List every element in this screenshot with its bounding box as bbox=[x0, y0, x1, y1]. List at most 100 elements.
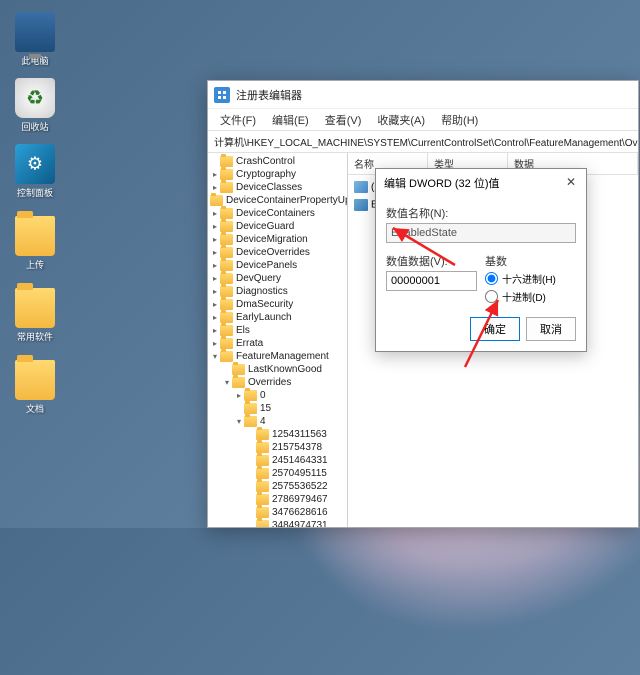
tree-node[interactable]: 2575536522 bbox=[208, 480, 347, 493]
tree-label: DmaSecurity bbox=[236, 299, 293, 310]
tree-label: 2786979467 bbox=[272, 494, 328, 505]
folder-icon bbox=[256, 468, 269, 479]
tree-node[interactable]: 3484974731 bbox=[208, 519, 347, 527]
expander-icon[interactable]: ▾ bbox=[234, 417, 244, 426]
expander-icon[interactable]: ▸ bbox=[234, 391, 244, 400]
tree-node[interactable]: LastKnownGood bbox=[208, 363, 347, 376]
expander-icon[interactable]: ▸ bbox=[210, 261, 220, 270]
value-name-label: 数值名称(N): bbox=[386, 205, 576, 221]
dialog-titlebar[interactable]: 编辑 DWORD (32 位)值 ✕ bbox=[376, 169, 586, 197]
menu-favorites[interactable]: 收藏夹(A) bbox=[369, 109, 433, 130]
desktop-icon-control[interactable]: 控制面板 bbox=[8, 144, 62, 199]
expander-icon[interactable]: ▸ bbox=[210, 170, 220, 179]
tree-label: 215754378 bbox=[272, 442, 322, 453]
string-value-icon bbox=[354, 181, 368, 193]
radix-dec-option[interactable]: 十进制(D) bbox=[485, 289, 576, 304]
folder-icon bbox=[220, 338, 233, 349]
folder-icon bbox=[256, 520, 269, 527]
tree-node[interactable]: ▸ DevQuery bbox=[208, 272, 347, 285]
folder-icon bbox=[15, 216, 55, 256]
tree-node[interactable]: 15 bbox=[208, 402, 347, 415]
expander-icon[interactable]: ▸ bbox=[210, 300, 220, 309]
tree-node[interactable]: ▸ DmaSecurity bbox=[208, 298, 347, 311]
tree-node[interactable]: ▸Cryptography bbox=[208, 168, 347, 181]
tree-node[interactable]: ▾4 bbox=[208, 415, 347, 428]
tree-node[interactable]: ▾FeatureManagement bbox=[208, 350, 347, 363]
expander-icon[interactable]: ▸ bbox=[210, 209, 220, 218]
tree-label: DeviceMigration bbox=[236, 234, 308, 245]
expander-icon[interactable]: ▸ bbox=[210, 222, 220, 231]
tree-node[interactable]: 3476628616 bbox=[208, 506, 347, 519]
tree-label: EarlyLaunch bbox=[236, 312, 292, 323]
ok-button[interactable]: 确定 bbox=[470, 317, 520, 341]
menu-file[interactable]: 文件(F) bbox=[212, 109, 264, 130]
folder-icon bbox=[244, 416, 257, 427]
menu-help[interactable]: 帮助(H) bbox=[433, 109, 486, 130]
tree-node[interactable]: 2570495115 bbox=[208, 467, 347, 480]
tree-node[interactable]: ▾Overrides bbox=[208, 376, 347, 389]
desktop-icon-folder[interactable]: 上传 bbox=[8, 216, 62, 271]
tree-node[interactable]: ▸DeviceOverrides bbox=[208, 246, 347, 259]
desktop-icon-folder[interactable]: 文档 bbox=[8, 360, 62, 415]
address-bar[interactable]: 计算机\HKEY_LOCAL_MACHINE\SYSTEM\CurrentCon… bbox=[208, 131, 638, 153]
edit-dword-dialog: 编辑 DWORD (32 位)值 ✕ 数值名称(N): 数值数据(V): 基数 … bbox=[375, 168, 587, 352]
expander-icon[interactable]: ▸ bbox=[210, 274, 220, 283]
expander-icon[interactable]: ▾ bbox=[222, 378, 232, 387]
tree-label: DevQuery bbox=[236, 273, 281, 284]
expander-icon[interactable]: ▸ bbox=[210, 313, 220, 322]
tree-node[interactable]: 1254311563 bbox=[208, 428, 347, 441]
radix-hex-radio[interactable] bbox=[485, 272, 498, 285]
desktop-icon-label: 上传 bbox=[8, 258, 62, 271]
tree-node[interactable]: ▸Els bbox=[208, 324, 347, 337]
expander-icon[interactable]: ▸ bbox=[210, 287, 220, 296]
tree-node[interactable]: ▸ Errata bbox=[208, 337, 347, 350]
desktop-icon-label: 回收站 bbox=[8, 120, 62, 133]
tree-label: DevicePanels bbox=[236, 260, 297, 271]
radix-dec-radio[interactable] bbox=[485, 290, 498, 303]
expander-icon[interactable]: ▸ bbox=[210, 235, 220, 244]
tree-node[interactable]: ▸DeviceGuard bbox=[208, 220, 347, 233]
window-title: 注册表编辑器 bbox=[236, 87, 302, 103]
cancel-button[interactable]: 取消 bbox=[526, 317, 576, 341]
tree-node[interactable]: CrashControl bbox=[208, 155, 347, 168]
tree-node[interactable]: ▸ EarlyLaunch bbox=[208, 311, 347, 324]
tree-node[interactable]: ▸0 bbox=[208, 389, 347, 402]
tree-node[interactable]: ▸DeviceContainers bbox=[208, 207, 347, 220]
folder-icon bbox=[220, 247, 233, 258]
titlebar[interactable]: 注册表编辑器 bbox=[208, 81, 638, 109]
value-data-label: 数值数据(V): bbox=[386, 253, 477, 269]
tree-pane[interactable]: CrashControl▸Cryptography▸DeviceClassesD… bbox=[208, 153, 348, 527]
expander-icon[interactable]: ▸ bbox=[210, 339, 220, 348]
expander-icon[interactable]: ▾ bbox=[210, 352, 220, 361]
tree-node[interactable]: ▸ Diagnostics bbox=[208, 285, 347, 298]
tree-label: Errata bbox=[236, 338, 263, 349]
tree-label: 2451464331 bbox=[272, 455, 328, 466]
tree-node[interactable]: 215754378 bbox=[208, 441, 347, 454]
close-icon[interactable]: ✕ bbox=[564, 176, 578, 190]
expander-icon[interactable]: ▸ bbox=[210, 183, 220, 192]
desktop-icon-folder[interactable]: 常用软件 bbox=[8, 288, 62, 343]
desktop-icon-pc[interactable]: 此电脑 bbox=[8, 12, 62, 67]
tree-label: 2575536522 bbox=[272, 481, 328, 492]
folder-icon bbox=[244, 390, 257, 401]
regedit-app-icon bbox=[214, 87, 230, 103]
radix-hex-option[interactable]: 十六进制(H) bbox=[485, 271, 576, 286]
tree-node[interactable]: DeviceContainerPropertyUpda bbox=[208, 194, 347, 207]
tree-label: 1254311563 bbox=[272, 429, 327, 440]
tree-label: 4 bbox=[260, 416, 266, 427]
expander-icon[interactable]: ▸ bbox=[210, 326, 220, 335]
tree-node[interactable]: ▸ DevicePanels bbox=[208, 259, 347, 272]
desktop-icon-bin[interactable]: 回收站 bbox=[8, 78, 62, 133]
tree-label: Diagnostics bbox=[236, 286, 288, 297]
tree-node[interactable]: 2786979467 bbox=[208, 493, 347, 506]
tree-node[interactable]: ▸DeviceClasses bbox=[208, 181, 347, 194]
value-data-input[interactable] bbox=[386, 271, 477, 291]
tree-node[interactable]: 2451464331 bbox=[208, 454, 347, 467]
folder-icon bbox=[220, 208, 233, 219]
folder-icon bbox=[232, 364, 245, 375]
tree-node[interactable]: ▸ DeviceMigration bbox=[208, 233, 347, 246]
expander-icon[interactable]: ▸ bbox=[210, 248, 220, 257]
folder-icon bbox=[256, 494, 269, 505]
menu-edit[interactable]: 编辑(E) bbox=[264, 109, 317, 130]
menu-view[interactable]: 查看(V) bbox=[317, 109, 370, 130]
